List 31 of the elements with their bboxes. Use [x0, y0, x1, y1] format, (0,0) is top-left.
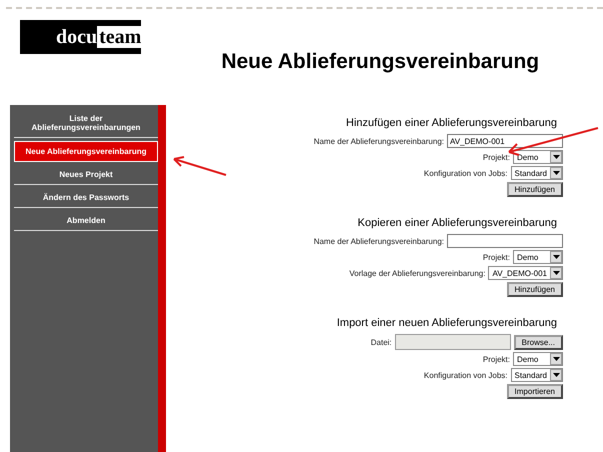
sidebar-item[interactable]: Ändern des Passworts [14, 188, 158, 208]
field-label: Projekt: [482, 152, 510, 162]
sidebar-item[interactable]: Neues Projekt [14, 165, 158, 185]
dropdown[interactable]: Demo [513, 250, 563, 264]
submit-button[interactable]: Hinzufügen [506, 182, 563, 197]
field-label: Name der Ablieferungsvereinbarung: [314, 136, 444, 146]
submit-button[interactable]: Importieren [506, 384, 563, 399]
browse-button[interactable]: Browse... [514, 334, 563, 350]
sidebar-item[interactable]: Liste der Ablieferungsvereinbarungen [14, 109, 158, 138]
sidebar-item[interactable]: Neue Ablieferungsvereinbarung [14, 141, 158, 162]
field-label: Name der Ablieferungsvereinbarung: [314, 236, 444, 246]
dropdown[interactable]: Standard [510, 166, 563, 180]
field-label: Vorlage der Ablieferungsvereinbarung: [349, 268, 486, 278]
section-heading: Import einer neuen Ablieferungsvereinbarung [336, 317, 557, 329]
page-title: Neue Ablieferungsvereinbarung [221, 50, 540, 74]
sidebar-item[interactable]: Abmelden [14, 211, 158, 231]
field-label: Konfiguration von Jobs: [424, 370, 508, 380]
dropdown[interactable]: AV_DEMO-001 [488, 266, 563, 280]
dropdown[interactable]: Demo [513, 352, 563, 366]
field-label: Projekt: [482, 354, 510, 364]
submit-button[interactable]: Hinzufügen [506, 282, 563, 297]
field-label: Projekt: [482, 252, 510, 262]
text-field[interactable]: AV_DEMO-001 [447, 134, 563, 148]
logo: docuteam [20, 20, 142, 54]
section-heading: Kopieren einer Ablieferungsvereinbarung [358, 217, 557, 229]
field-label: Konfiguration von Jobs: [424, 168, 508, 178]
field-label: Datei: [370, 338, 392, 346]
section-heading: Hinzufügen einer Ablieferungsvereinbarung [346, 117, 557, 129]
text-field[interactable] [447, 234, 563, 248]
dropdown[interactable]: Standard [510, 368, 563, 382]
dropdown[interactable]: Demo [513, 150, 563, 164]
